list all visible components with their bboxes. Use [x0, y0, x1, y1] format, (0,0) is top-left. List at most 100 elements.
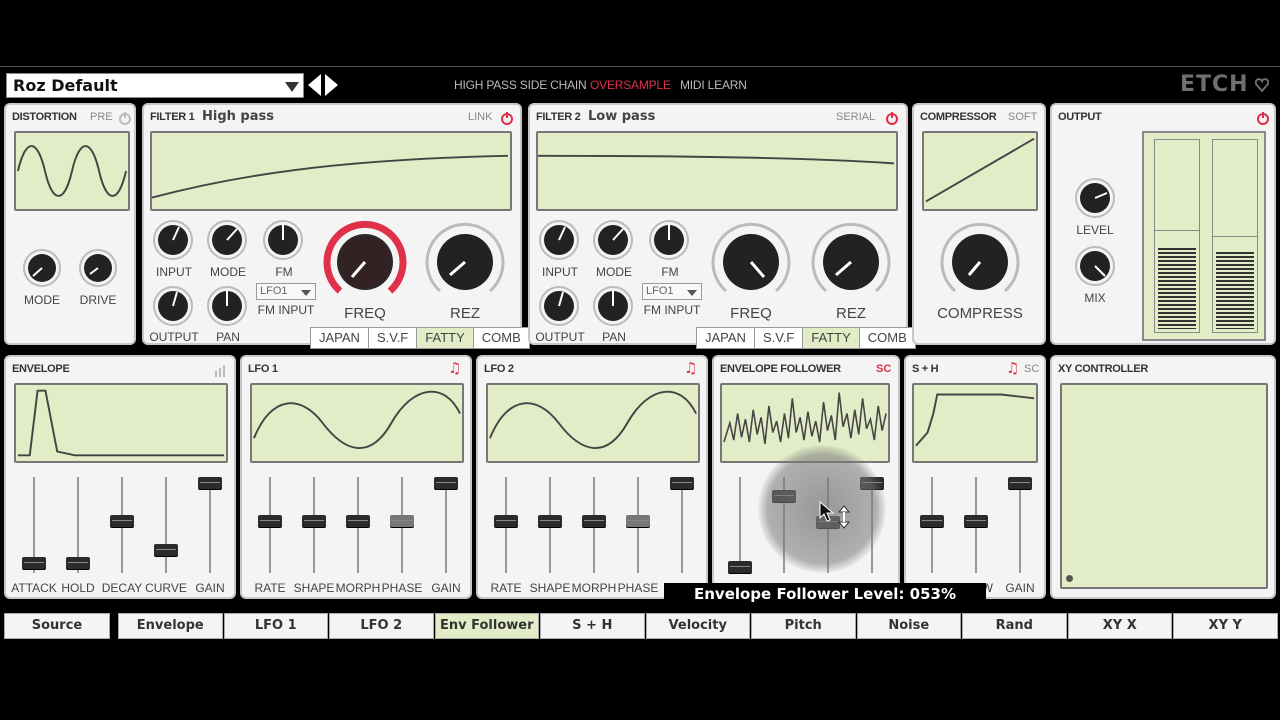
- oversample-button[interactable]: OVERSAMPLE: [590, 78, 671, 92]
- filter2-mode-japan[interactable]: JAPAN: [697, 328, 755, 348]
- fader-handle-rate[interactable]: [258, 514, 282, 527]
- xy-pad[interactable]: [1060, 383, 1268, 589]
- output-meter-left: [1154, 139, 1200, 333]
- filter1-input-knob[interactable]: [152, 219, 194, 261]
- output-level-knob[interactable]: [1074, 177, 1116, 219]
- fader-handle-slew[interactable]: [964, 514, 988, 527]
- distortion-mode-label: MODE: [24, 293, 60, 307]
- fader-handle-gain[interactable]: [434, 477, 458, 489]
- fader-handle-morph[interactable]: [582, 514, 606, 527]
- output-panel: OUTPUT LEVEL MIX: [1050, 103, 1276, 345]
- fader-handle-rate[interactable]: [920, 514, 944, 527]
- compressor-display: [922, 131, 1038, 211]
- compressor-compress-label: COMPRESS: [937, 305, 1023, 322]
- power-icon[interactable]: [500, 111, 514, 125]
- fader-handle-curve[interactable]: [154, 544, 178, 557]
- fader-handle-decay[interactable]: [110, 514, 134, 527]
- source-tab-noise[interactable]: Noise: [856, 613, 961, 639]
- filter2-pan-knob[interactable]: [592, 285, 634, 327]
- filter1-fm-input-select[interactable]: LFO1: [256, 283, 316, 300]
- filter2-mode-svf[interactable]: S.V.F: [755, 328, 804, 348]
- chevron-down-icon[interactable]: [285, 82, 299, 92]
- power-icon[interactable]: [1256, 111, 1270, 125]
- fader-handle-phase[interactable]: [626, 514, 650, 527]
- filter1-title: FILTER 1: [150, 111, 195, 123]
- xy-cursor[interactable]: [1066, 575, 1073, 582]
- fader-handle-gain[interactable]: [1008, 477, 1032, 489]
- compressor-compress-knob[interactable]: [935, 217, 1025, 307]
- high-pass-side-chain-button[interactable]: HIGH PASS SIDE CHAIN: [454, 78, 587, 92]
- fader-handle-rate[interactable]: [494, 514, 518, 527]
- filter1-fm-knob[interactable]: [262, 219, 304, 261]
- sh-sc-toggle[interactable]: SC: [1024, 363, 1039, 375]
- filter2-type[interactable]: Low pass: [588, 109, 655, 124]
- source-tab-lfo-1[interactable]: LFO 1: [223, 613, 328, 639]
- source-tab-xy-y[interactable]: XY Y: [1173, 613, 1278, 639]
- fader-track[interactable]: [1019, 477, 1021, 573]
- filter1-mode-comb[interactable]: COMB: [474, 328, 529, 348]
- source-tab-s-h[interactable]: S + H: [540, 613, 645, 639]
- filter2-fm-knob[interactable]: [648, 219, 690, 261]
- fader-handle-shape[interactable]: [538, 514, 562, 527]
- filter1-type[interactable]: High pass: [202, 109, 274, 124]
- fader-handle-attack[interactable]: [22, 556, 46, 569]
- filter1-output-knob[interactable]: [152, 285, 194, 327]
- fader-handle-shape[interactable]: [302, 514, 326, 527]
- fader-track[interactable]: [445, 477, 447, 573]
- preset-selector[interactable]: Roz Default: [6, 73, 304, 98]
- output-mix-knob[interactable]: [1074, 245, 1116, 287]
- filter2-freq-knob[interactable]: [706, 217, 796, 307]
- music-note-icon[interactable]: ♫: [1006, 359, 1019, 377]
- power-icon[interactable]: [118, 111, 132, 125]
- power-icon[interactable]: [885, 111, 899, 125]
- filter2-input-label: INPUT: [542, 265, 578, 279]
- filter1-mode-japan[interactable]: JAPAN: [311, 328, 369, 348]
- fader-track[interactable]: [165, 477, 167, 573]
- distortion-pre-toggle[interactable]: PRE: [90, 111, 113, 123]
- filter1-pan-knob[interactable]: [206, 285, 248, 327]
- fader-handle-gain[interactable]: [198, 477, 222, 489]
- fader-handle-phase[interactable]: [390, 514, 414, 527]
- env-follower-sc-toggle[interactable]: SC: [876, 363, 891, 375]
- prev-preset-icon[interactable]: [308, 74, 321, 96]
- compressor-soft-toggle[interactable]: SOFT: [1008, 111, 1037, 123]
- filter1-link-toggle[interactable]: LINK: [468, 111, 492, 123]
- source-tab-xy-x[interactable]: XY X: [1067, 613, 1172, 639]
- filter1-rez-knob[interactable]: [420, 217, 510, 307]
- filter2-input-knob[interactable]: [538, 219, 580, 261]
- source-tab-env-follower[interactable]: Env Follower: [434, 613, 539, 639]
- fader-track[interactable]: [739, 477, 741, 573]
- filter1-mode-selector: JAPAN S.V.F FATTY COMB: [310, 327, 530, 349]
- midi-learn-button[interactable]: MIDI LEARN: [680, 78, 747, 92]
- filter2-mode-fatty[interactable]: FATTY: [803, 328, 860, 348]
- filter1-mode-svf[interactable]: S.V.F: [369, 328, 418, 348]
- source-tab-envelope[interactable]: Envelope: [118, 613, 223, 639]
- music-note-icon[interactable]: ♫: [684, 359, 697, 377]
- next-preset-icon[interactable]: [325, 74, 338, 96]
- distortion-drive-knob[interactable]: [78, 248, 118, 288]
- fader-handle-gain[interactable]: [670, 477, 694, 489]
- filter1-mode-knob[interactable]: [206, 219, 248, 261]
- source-tab-velocity[interactable]: Velocity: [645, 613, 750, 639]
- filter2-mode-comb[interactable]: COMB: [860, 328, 915, 348]
- filter1-mode-fatty[interactable]: FATTY: [417, 328, 474, 348]
- filter2-output-knob[interactable]: [538, 285, 580, 327]
- fader-track[interactable]: [209, 477, 211, 573]
- fader-track[interactable]: [681, 477, 683, 573]
- fader-handle-hold[interactable]: [66, 556, 90, 569]
- source-tab-rand[interactable]: Rand: [962, 613, 1067, 639]
- filter2-serial-toggle[interactable]: SERIAL: [836, 111, 875, 123]
- distortion-mode-knob[interactable]: [22, 248, 62, 288]
- fader-handle-morph[interactable]: [346, 514, 370, 527]
- chevron-down-icon: [301, 290, 311, 296]
- source-tab-lfo-2[interactable]: LFO 2: [329, 613, 434, 639]
- filter2-mode-knob[interactable]: [592, 219, 634, 261]
- output-meter-right: [1212, 139, 1258, 333]
- music-note-icon[interactable]: ♫: [448, 359, 461, 377]
- fader-handle-attack[interactable]: [728, 561, 752, 573]
- filter1-freq-knob[interactable]: [320, 217, 410, 307]
- filter2-fm-input-select[interactable]: LFO1: [642, 283, 702, 300]
- filter2-rez-knob[interactable]: [806, 217, 896, 307]
- preset-name: Roz Default: [13, 76, 118, 95]
- source-tab-pitch[interactable]: Pitch: [751, 613, 856, 639]
